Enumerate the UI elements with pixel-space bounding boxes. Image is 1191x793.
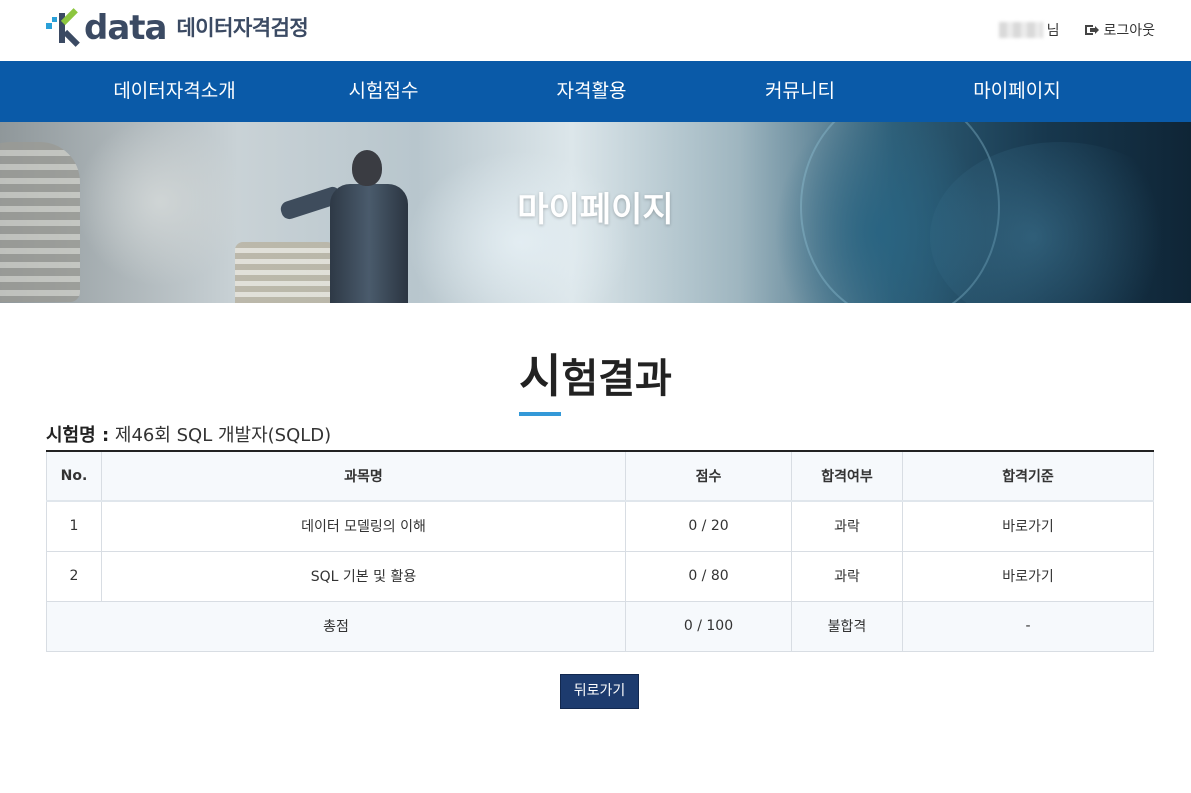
- nav-item-exam-apply[interactable]: 시험접수: [279, 61, 488, 122]
- exam-name-line: 시험명 : 제46회 SQL 개발자(SQLD): [46, 421, 331, 447]
- cell-result: 과락: [791, 550, 903, 602]
- table-row: 2 SQL 기본 및 활용 0 / 80 과락 바로가기: [46, 550, 1154, 602]
- table-row: 1 데이터 모델링의 이해 0 / 20 과락 바로가기: [46, 500, 1154, 552]
- hero-title: 마이페이지: [517, 190, 674, 230]
- exam-name-label: 시험명 :: [46, 425, 110, 446]
- cell-subject: 데이터 모델링의 이해: [101, 500, 626, 552]
- cell-result: 과락: [791, 500, 903, 552]
- col-header-result: 합격여부: [791, 450, 903, 502]
- hero-banner: 마이페이지: [0, 122, 1191, 303]
- nav-item-cert-use[interactable]: 자격활용: [488, 61, 695, 122]
- nav-item-data-intro[interactable]: 데이터자격소개: [70, 61, 279, 122]
- total-label: 총점: [46, 600, 626, 652]
- cell-no: 2: [46, 550, 102, 602]
- sign-out-icon: [1085, 24, 1100, 36]
- cell-no: 1: [46, 500, 102, 552]
- user-suffix: 님: [1046, 23, 1060, 39]
- nav-item-community[interactable]: 커뮤니티: [695, 61, 905, 122]
- back-button[interactable]: 뒤로가기: [560, 674, 639, 709]
- col-header-no: No.: [46, 450, 102, 502]
- cell-score: 0 / 20: [625, 500, 792, 552]
- title-underline: [519, 412, 562, 416]
- main-nav: 데이터자격소개 시험접수 자격활용 커뮤니티 마이페이지: [0, 61, 1191, 122]
- cell-score: 0 / 80: [625, 550, 792, 602]
- page-title-first-char: 시: [519, 340, 562, 416]
- page-title: 시 험결과: [0, 340, 1191, 416]
- page-title-rest: 험결과: [561, 356, 672, 402]
- k-logo-icon: [46, 8, 80, 47]
- exam-name-value: 제46회 SQL 개발자(SQLD): [114, 425, 332, 446]
- logout-label: 로그아웃: [1103, 23, 1155, 39]
- total-criteria: -: [902, 600, 1154, 652]
- col-header-score: 점수: [625, 450, 792, 502]
- logo-subtitle: 데이터자격검정: [176, 16, 309, 40]
- logo-wordmark: data: [84, 8, 167, 48]
- total-score: 0 / 100: [625, 600, 792, 652]
- criteria-link[interactable]: 바로가기: [902, 500, 1154, 552]
- blurred-username: [998, 22, 1043, 38]
- criteria-link[interactable]: 바로가기: [902, 550, 1154, 602]
- top-header: data 데이터자격검정 님 로그아웃: [0, 0, 1191, 61]
- cell-subject: SQL 기본 및 활용: [101, 550, 626, 602]
- table-total-row: 총점 0 / 100 불합격 -: [46, 600, 1154, 652]
- total-result: 불합격: [791, 600, 903, 652]
- user-area: 님 로그아웃: [998, 20, 1155, 40]
- nav-item-mypage[interactable]: 마이페이지: [905, 61, 1129, 122]
- table-header-row: No. 과목명 점수 합격여부 합격기준: [46, 450, 1154, 502]
- col-header-subject: 과목명: [101, 450, 626, 502]
- results-table: No. 과목명 점수 합격여부 합격기준 1 데이터 모델링의 이해 0 / 2…: [46, 450, 1154, 652]
- kdata-logo[interactable]: data 데이터자격검정: [46, 8, 309, 48]
- logout-button[interactable]: 로그아웃: [1085, 20, 1155, 40]
- col-header-criteria: 합격기준: [902, 450, 1154, 502]
